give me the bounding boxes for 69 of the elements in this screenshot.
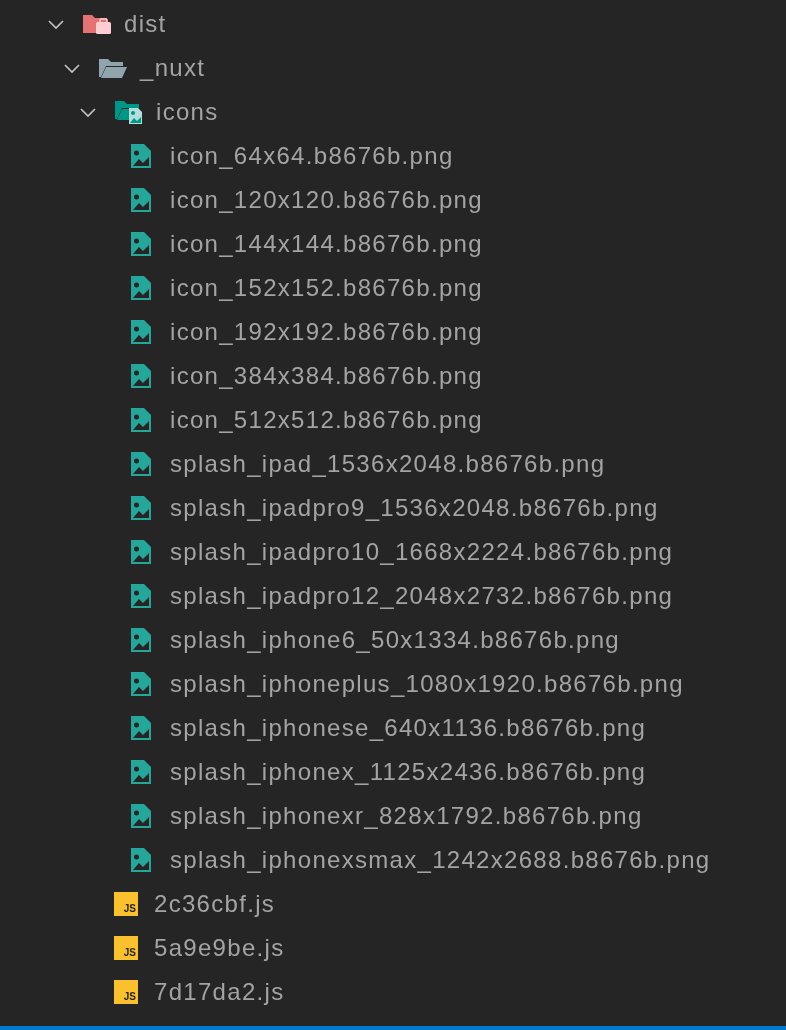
image-file-icon <box>130 187 152 213</box>
file-name: icon_512x512.b8676b.png <box>170 405 483 435</box>
file-row[interactable]: splash_iphonese_640x1136.b8676b.png <box>0 706 786 750</box>
folder-name: icons <box>156 97 219 127</box>
folder-open-icon <box>98 57 128 79</box>
file-row[interactable]: splash_ipadpro9_1536x2048.b8676b.png <box>0 486 786 530</box>
javascript-file-icon: JS <box>114 980 138 1004</box>
file-name: splash_ipadpro9_1536x2048.b8676b.png <box>170 493 659 523</box>
image-file-icon <box>130 627 152 653</box>
file-name: splash_iphonexr_828x1792.b8676b.png <box>170 801 643 831</box>
file-row[interactable]: splash_iphonex_1125x2436.b8676b.png <box>0 750 786 794</box>
file-row[interactable]: JS 5a9e9be.js <box>0 926 786 970</box>
file-name: icon_152x152.b8676b.png <box>170 273 483 303</box>
file-row[interactable]: JS 2c36cbf.js <box>0 882 786 926</box>
file-name: icon_192x192.b8676b.png <box>170 317 483 347</box>
file-row[interactable]: icon_512x512.b8676b.png <box>0 398 786 442</box>
file-name: splash_iphoneplus_1080x1920.b8676b.png <box>170 669 684 699</box>
file-row[interactable]: splash_iphoneplus_1080x1920.b8676b.png <box>0 662 786 706</box>
file-row[interactable]: icon_64x64.b8676b.png <box>0 134 786 178</box>
javascript-file-icon: JS <box>114 936 138 960</box>
image-file-icon <box>130 451 152 477</box>
image-file-icon <box>130 363 152 389</box>
file-row[interactable]: splash_iphonexr_828x1792.b8676b.png <box>0 794 786 838</box>
file-row[interactable]: splash_iphonexsmax_1242x2688.b8676b.png <box>0 838 786 882</box>
image-file-icon <box>130 539 152 565</box>
file-name: splash_ipadpro12_2048x2732.b8676b.png <box>170 581 674 611</box>
file-name: splash_iphonex_1125x2436.b8676b.png <box>170 757 647 787</box>
image-folder-icon <box>114 99 144 125</box>
file-row[interactable]: splash_ipad_1536x2048.b8676b.png <box>0 442 786 486</box>
file-row[interactable]: splash_ipadpro10_1668x2224.b8676b.png <box>0 530 786 574</box>
file-name: splash_ipad_1536x2048.b8676b.png <box>170 449 606 479</box>
file-name: splash_iphone6_50x1334.b8676b.png <box>170 625 620 655</box>
file-name: icon_144x144.b8676b.png <box>170 229 483 259</box>
image-file-icon <box>130 275 152 301</box>
file-name: 7d17da2.js <box>154 977 285 1007</box>
image-file-icon <box>130 407 152 433</box>
file-row[interactable]: icon_152x152.b8676b.png <box>0 266 786 310</box>
image-file-icon <box>130 847 152 873</box>
javascript-file-icon: JS <box>114 892 138 916</box>
image-file-icon <box>130 319 152 345</box>
folder-row[interactable]: dist <box>0 2 786 46</box>
file-row[interactable]: icon_120x120.b8676b.png <box>0 178 786 222</box>
folder-name: dist <box>124 9 167 39</box>
image-file-icon <box>130 583 152 609</box>
folder-name: _nuxt <box>140 53 206 83</box>
file-name: splash_iphonexsmax_1242x2688.b8676b.png <box>170 845 711 875</box>
file-row[interactable]: JS 7d17da2.js <box>0 970 786 1014</box>
image-file-icon <box>130 143 152 169</box>
file-row[interactable]: splash_ipadpro12_2048x2732.b8676b.png <box>0 574 786 618</box>
file-row[interactable]: icon_144x144.b8676b.png <box>0 222 786 266</box>
folder-row[interactable]: _nuxt <box>0 46 786 90</box>
file-name: icon_384x384.b8676b.png <box>170 361 483 391</box>
folder-row[interactable]: icons <box>0 90 786 134</box>
file-name: splash_iphonese_640x1136.b8676b.png <box>170 713 647 743</box>
image-file-icon <box>130 715 152 741</box>
file-name: splash_ipadpro10_1668x2224.b8676b.png <box>170 537 674 567</box>
file-name: icon_120x120.b8676b.png <box>170 185 483 215</box>
image-file-icon <box>130 671 152 697</box>
file-name: 2c36cbf.js <box>154 889 276 919</box>
file-row[interactable]: icon_192x192.b8676b.png <box>0 310 786 354</box>
file-name: 5a9e9be.js <box>154 933 285 963</box>
file-row[interactable]: icon_384x384.b8676b.png <box>0 354 786 398</box>
image-file-icon <box>130 759 152 785</box>
image-file-icon <box>130 803 152 829</box>
image-file-icon <box>130 231 152 257</box>
file-name: icon_64x64.b8676b.png <box>170 141 454 171</box>
folder-briefcase-icon <box>82 12 112 36</box>
image-file-icon <box>130 495 152 521</box>
file-row[interactable]: splash_iphone6_50x1334.b8676b.png <box>0 618 786 662</box>
